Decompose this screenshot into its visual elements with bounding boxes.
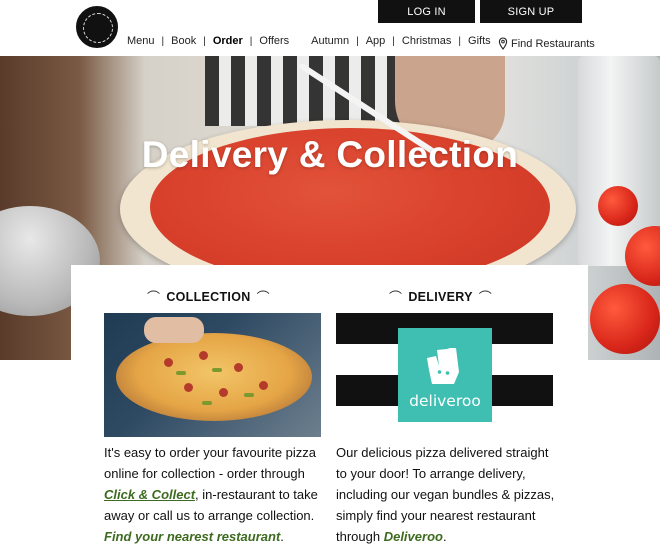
delivery-heading: ⌒ DELIVERY ⌒ [389, 287, 492, 306]
pepperoni [219, 388, 228, 397]
nav-app[interactable]: App [366, 35, 386, 47]
collection-heading-label: COLLECTION [166, 289, 251, 304]
delivery-heading-label: DELIVERY [408, 289, 473, 304]
site-header: LOG IN SIGN UP Menu | Book | Order | Off… [0, 0, 660, 56]
nav-separator: | [161, 35, 165, 47]
deliveroo-wordmark: deliveroo [409, 392, 481, 410]
pepperoni [184, 383, 193, 392]
collection-text-part: . [280, 529, 284, 544]
hero-title: Delivery & Collection [141, 134, 519, 175]
heading-flourish: ⌒ [389, 290, 403, 305]
location-pin-icon [498, 37, 508, 50]
pizza-plate [116, 333, 312, 421]
nav-separator: | [458, 35, 462, 47]
collection-text: It's easy to order your favourite pizza … [104, 442, 324, 545]
pepper-slice [176, 371, 186, 375]
pepperoni [259, 381, 268, 390]
delivery-text: Our delicious pizza delivered straight t… [336, 442, 556, 545]
pepper-slice [244, 393, 254, 397]
nav-menu[interactable]: Menu [127, 35, 155, 47]
find-restaurants-link[interactable]: Find Restaurants [498, 37, 595, 50]
find-restaurants-label: Find Restaurants [511, 37, 595, 50]
nav-christmas[interactable]: Christmas [402, 35, 452, 47]
nav-offers[interactable]: Offers [259, 35, 289, 47]
deliveroo-link[interactable]: Deliveroo [384, 529, 443, 544]
main-nav: Menu | Book | Order | Offers Autumn | Ap… [127, 35, 491, 47]
heading-flourish: ⌒ [256, 290, 270, 305]
deliveroo-kangaroo-icon [427, 348, 459, 384]
pepperoni [234, 363, 243, 372]
collection-text-part: It's easy to order your favourite pizza … [104, 445, 317, 481]
signup-button[interactable]: SIGN UP [480, 0, 582, 23]
nav-separator: | [249, 35, 253, 47]
nav-separator: | [203, 35, 206, 47]
nav-separator: | [392, 35, 395, 47]
deliveroo-logo[interactable]: deliveroo [398, 328, 492, 422]
hero-apron-stripes [205, 56, 425, 126]
find-nearest-restaurant-link[interactable]: Find your nearest restaurant [104, 529, 280, 544]
delivery-image: deliveroo [336, 313, 553, 437]
pepper-slice [202, 401, 212, 405]
pepperoni [164, 358, 173, 367]
nav-book[interactable]: Book [171, 35, 196, 47]
nav-autumn[interactable]: Autumn [311, 35, 349, 47]
click-collect-link[interactable]: Click & Collect [104, 487, 195, 502]
nav-order[interactable]: Order [213, 35, 243, 47]
content-card: ⌒ COLLECTION ⌒ ⌒ DELIVERY ⌒ deliveroo It… [71, 265, 588, 545]
login-button[interactable]: LOG IN [378, 0, 475, 23]
pepperoni [199, 351, 208, 360]
nav-gifts[interactable]: Gifts [468, 35, 491, 47]
collection-pizza-image [104, 313, 321, 437]
collection-heading: ⌒ COLLECTION ⌒ [147, 287, 270, 306]
delivery-text-part: . [442, 529, 447, 544]
pepper-slice [212, 368, 222, 372]
brand-logo[interactable] [76, 6, 118, 48]
nav-separator: | [356, 35, 359, 47]
hero-tomato [590, 284, 660, 354]
heading-flourish: ⌒ [478, 290, 493, 305]
hand [144, 317, 204, 343]
heading-flourish: ⌒ [147, 290, 161, 305]
hero-tomato [598, 186, 638, 226]
